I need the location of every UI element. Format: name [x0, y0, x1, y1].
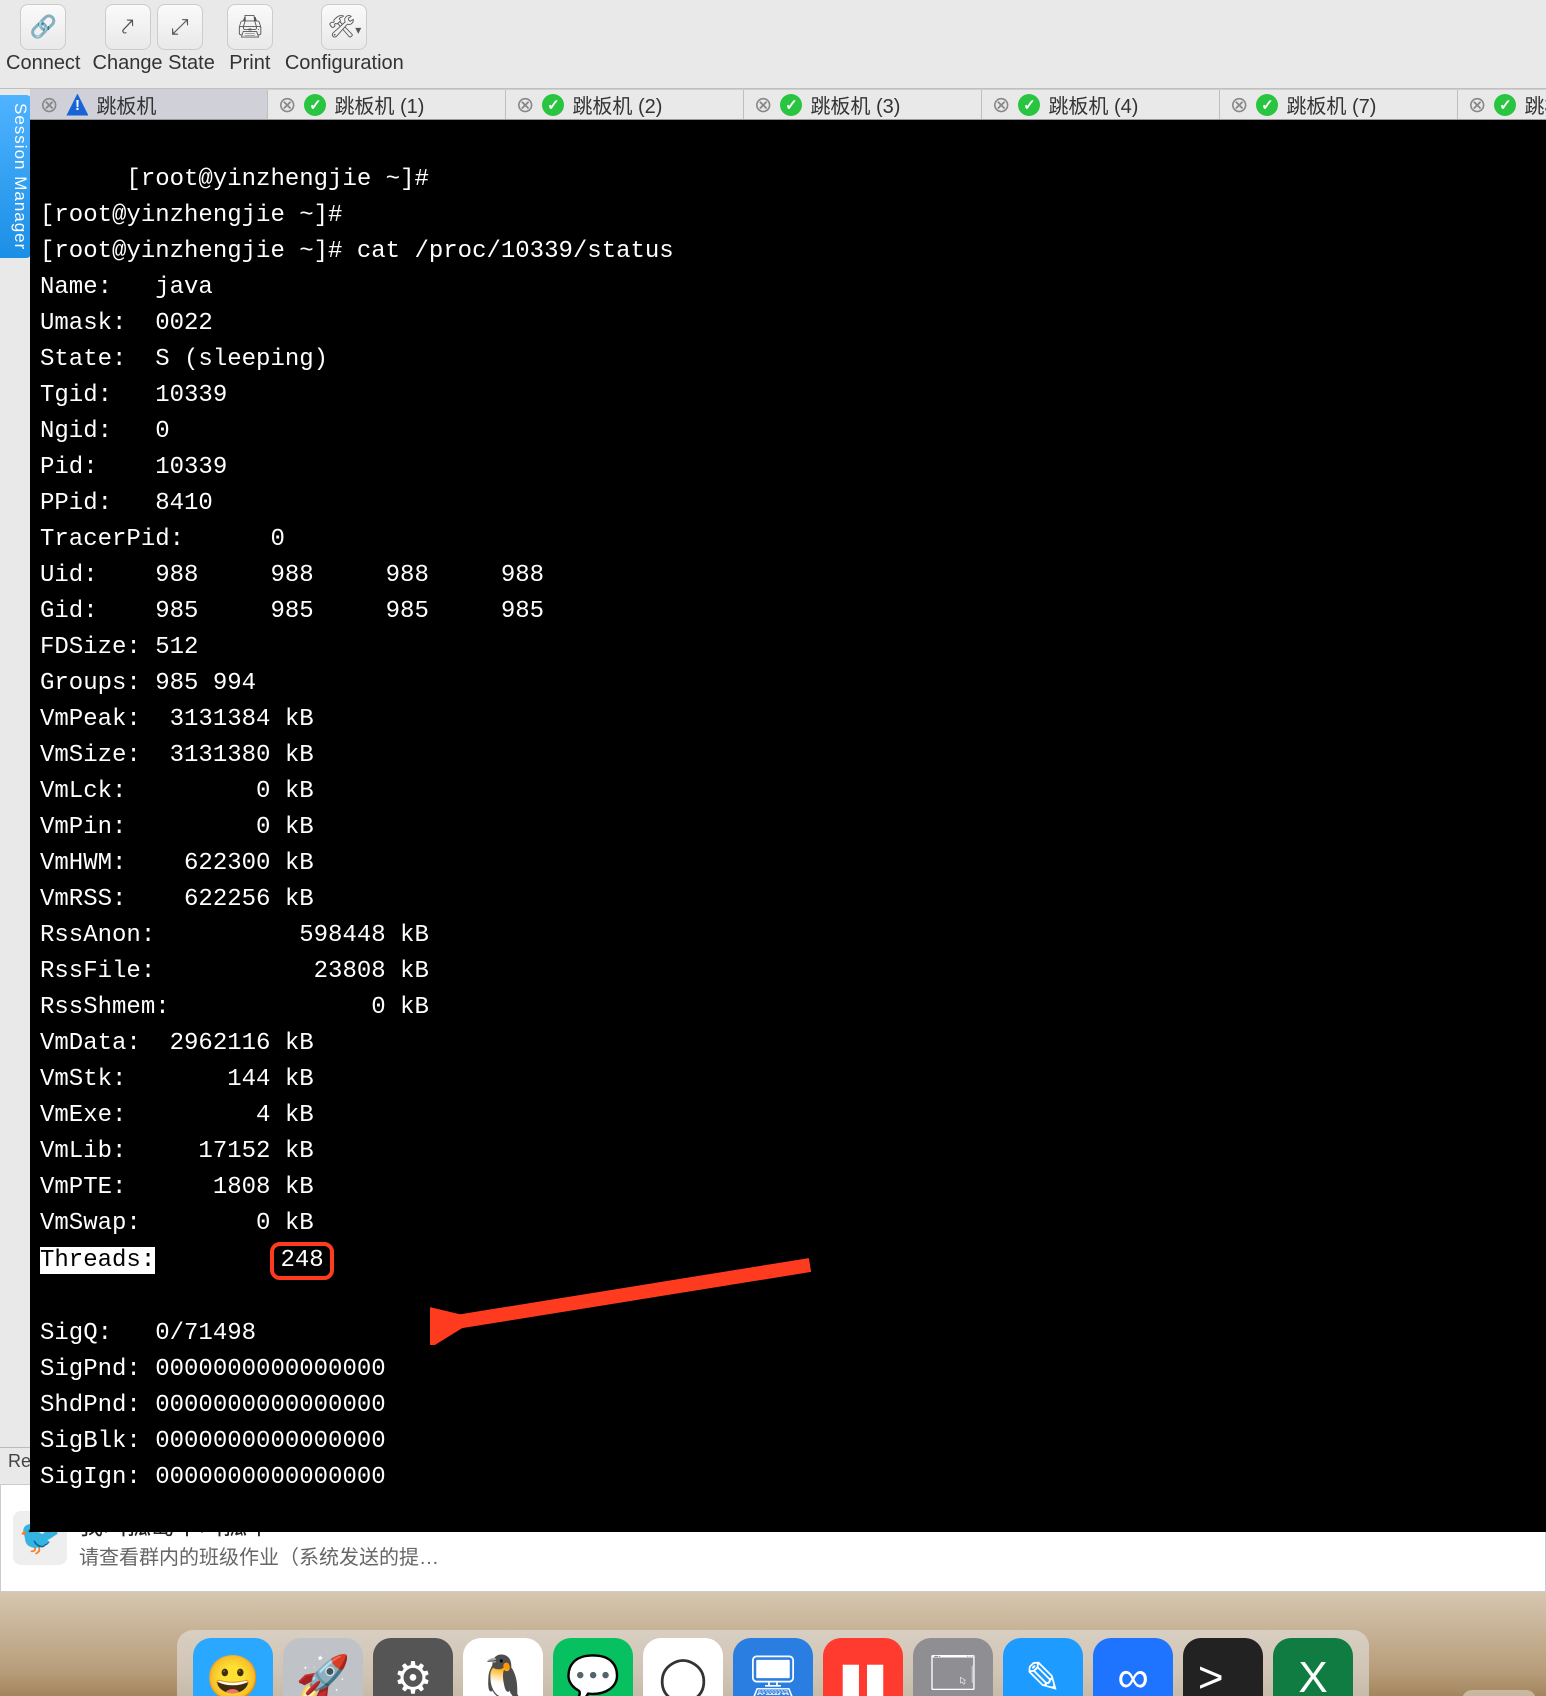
dock: 😀🚀⚙🐧💬◯🖥▮▮🗔✎∞>_X	[177, 1630, 1369, 1696]
close-tab-icon[interactable]: ⊗	[278, 94, 296, 116]
check-icon: ✓	[1494, 94, 1516, 116]
session-tab[interactable]: ⊗ 跳板机	[30, 90, 268, 119]
session-tab[interactable]: ⊗ ✓ 跳板机 (7)	[1220, 90, 1458, 119]
threads-value: 248	[270, 1242, 333, 1280]
main-area: Session Manager ⊗ 跳板机 ⊗ ✓ 跳板机 (1) ⊗ ✓ 跳板机 (2) ⊗ ✓…	[0, 89, 1546, 1447]
dock-excel-icon[interactable]: X	[1273, 1638, 1353, 1696]
close-tab-icon[interactable]: ⊗	[754, 94, 772, 116]
refresh-icon: ⤤	[121, 14, 133, 40]
print-group: 🖨 Print	[227, 4, 273, 75]
check-icon: ✓	[542, 94, 564, 116]
warning-icon	[66, 94, 88, 116]
check-icon: ✓	[304, 94, 326, 116]
session-tabs: ⊗ 跳板机 ⊗ ✓ 跳板机 (1) ⊗ ✓ 跳板机 (2) ⊗ ✓ 跳板机 (3) ⊗ ✓ 跳板机 (4)…	[30, 89, 1546, 120]
threads-label: Threads:	[40, 1247, 155, 1274]
check-icon: ✓	[780, 94, 802, 116]
dock-wechat-icon[interactable]: 💬	[553, 1638, 633, 1696]
tab-label: 跳板机 (3)	[810, 90, 900, 119]
session-tab[interactable]: ⊗ ✓ 跳板机 (1)	[268, 90, 506, 119]
printer-icon: 🖨	[236, 14, 264, 40]
session-tab[interactable]: ⊗ ✓ 跳板机 (3)	[744, 90, 982, 119]
session-tab[interactable]: ⊗ ✓ 跳板机 (2)	[506, 90, 744, 119]
print-button[interactable]: 🖨	[227, 4, 273, 50]
close-tab-icon[interactable]: ⊗	[516, 94, 534, 116]
tab-label: 跳板机 (2)	[572, 90, 662, 119]
close-tab-icon[interactable]: ⊗	[40, 94, 58, 116]
dock-settings-icon[interactable]: ⚙	[373, 1638, 453, 1696]
reconnect-button[interactable]: ⤤	[105, 4, 151, 50]
connect-group: 🔗 Connect	[6, 4, 81, 75]
dock-chrome-icon[interactable]: ◯	[643, 1638, 723, 1696]
config-label: Configuration	[285, 52, 404, 75]
desktop-dock-area: 😀🚀⚙🐧💬◯🖥▮▮🗔✎∞>_X 亿速云	[0, 1592, 1546, 1696]
session-tab[interactable]: ⊗ ✓ 跳板机 (6)	[1458, 90, 1546, 119]
change-state-label: Change State	[93, 52, 215, 75]
session-manager-label: Session Manager	[0, 95, 32, 258]
connect-label: Connect	[6, 52, 81, 75]
connect-button[interactable]: 🔗	[20, 4, 66, 50]
config-button[interactable]: 🛠▾	[321, 4, 367, 50]
unlink-icon: ⤢	[171, 14, 189, 40]
threads-line: Threads: 248	[40, 1242, 1546, 1280]
wrench-icon: 🛠▾	[327, 14, 361, 40]
dock-qq-icon[interactable]: 🐧	[463, 1638, 543, 1696]
tab-label: 跳板机 (4)	[1048, 90, 1138, 119]
tab-label: 跳板机	[96, 90, 156, 119]
print-label: Print	[229, 52, 270, 75]
dock-notes-icon[interactable]: ✎	[1003, 1638, 1083, 1696]
tab-label: 跳板机 (1)	[334, 90, 424, 119]
dock-rdp-icon[interactable]: 🖥	[733, 1638, 813, 1696]
session-tab[interactable]: ⊗ ✓ 跳板机 (4)	[982, 90, 1220, 119]
check-icon: ✓	[1256, 94, 1278, 116]
session-manager-sidebar[interactable]: Session Manager	[0, 89, 30, 1447]
config-group: 🛠▾ Configuration	[285, 4, 404, 75]
dock-cloud-icon[interactable]: ∞	[1093, 1638, 1173, 1696]
dock-vm-icon[interactable]: 🗔	[913, 1638, 993, 1696]
tab-label: 跳板机 (6)	[1524, 90, 1546, 119]
close-tab-icon[interactable]: ⊗	[992, 94, 1010, 116]
link-icon: 🔗	[30, 14, 57, 40]
app-toolbar: 🔗 Connect ⤤ ⤢ Change State 🖨 Print 🛠▾ Co…	[0, 0, 1546, 89]
dock-parallels-icon[interactable]: ▮▮	[823, 1638, 903, 1696]
dock-terminal-icon[interactable]: >_	[1183, 1638, 1263, 1696]
change-state-group: ⤤ ⤢ Change State	[93, 4, 215, 75]
disconnect-button[interactable]: ⤢	[157, 4, 203, 50]
close-tab-icon[interactable]: ⊗	[1468, 94, 1486, 116]
close-tab-icon[interactable]: ⊗	[1230, 94, 1248, 116]
terminal-output[interactable]: [root@yinzhengjie ~]# [root@yinzhengjie …	[30, 120, 1546, 1532]
dock-launchpad-icon[interactable]: 🚀	[283, 1638, 363, 1696]
notification-subtitle: 请查看群内的班级作业（系统发送的提…	[79, 1541, 439, 1570]
tab-label: 跳板机 (7)	[1286, 90, 1376, 119]
check-icon: ✓	[1018, 94, 1040, 116]
watermark: 亿速云	[1462, 1690, 1536, 1696]
dock-finder-icon[interactable]: 😀	[193, 1638, 273, 1696]
